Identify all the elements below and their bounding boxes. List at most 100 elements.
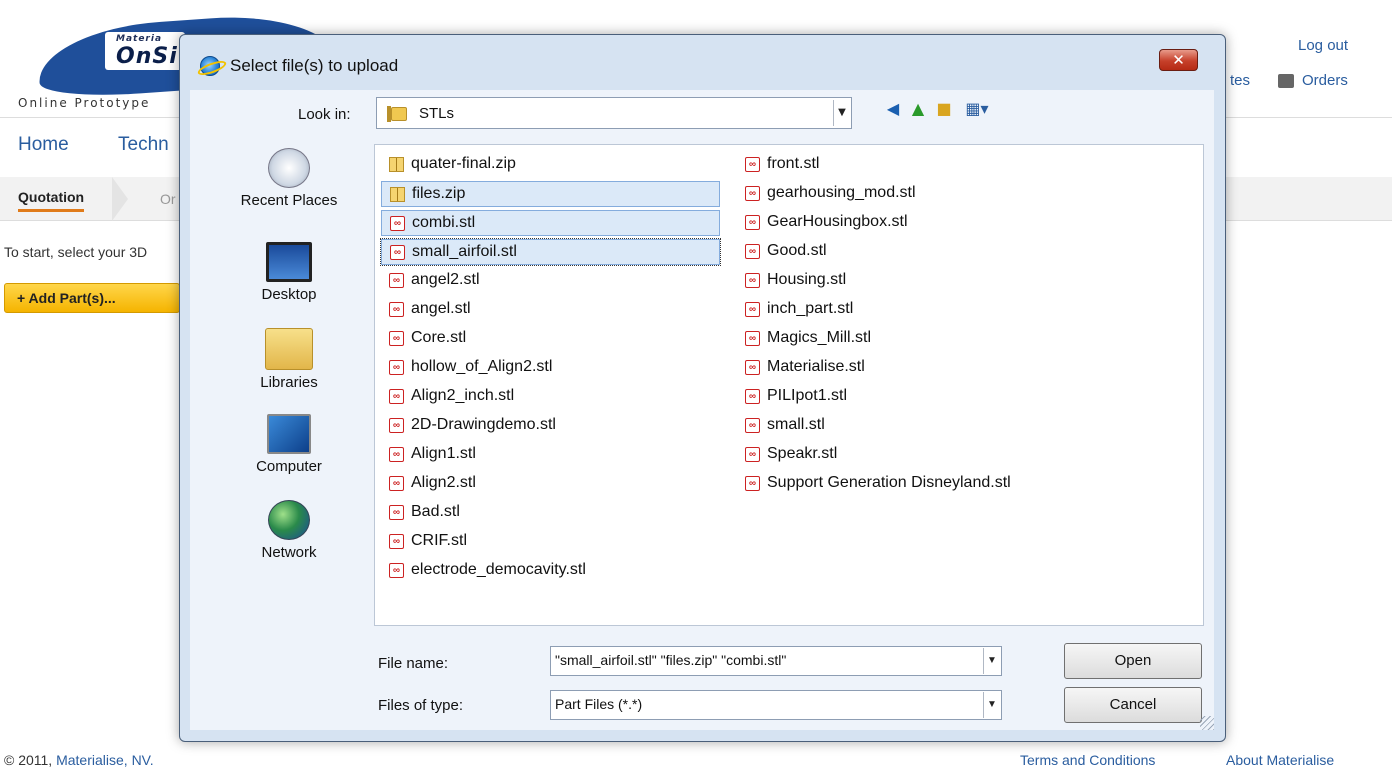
recent-places-icon — [268, 148, 310, 188]
place-network[interactable]: Network — [214, 500, 364, 561]
file-name: Housing.stl — [767, 271, 847, 288]
file-item[interactable]: ∞ Support Generation Disneyland.stl — [737, 471, 1011, 497]
file-item[interactable]: ∞ inch_part.stl — [737, 297, 853, 323]
orders-icon — [1278, 74, 1294, 88]
file-name: Materialise.stl — [767, 358, 865, 375]
open-button[interactable]: Open — [1064, 643, 1202, 679]
file-name-input[interactable]: "small_airfoil.stl" "files.zip" "combi.s… — [550, 646, 1002, 676]
stl-file-icon: ∞ — [745, 302, 760, 317]
chevron-down-icon[interactable]: ▼ — [833, 100, 850, 126]
file-item[interactable]: ∞ angel.stl — [381, 297, 471, 323]
file-item[interactable]: ∞ GearHousingbox.stl — [737, 210, 908, 236]
breadcrumb-quotation[interactable]: Quotation — [18, 189, 85, 212]
stl-file-icon: ∞ — [745, 447, 760, 462]
file-item[interactable]: ∞ electrode_democavity.stl — [381, 558, 586, 584]
look-in-dropdown[interactable]: STLs ▼ — [376, 97, 852, 129]
file-name: Good.stl — [767, 242, 827, 259]
file-name: Magics_Mill.stl — [767, 329, 872, 346]
file-name: front.stl — [767, 155, 820, 172]
file-item[interactable]: quater-final.zip — [381, 152, 516, 178]
zip-file-icon — [390, 187, 405, 202]
file-item[interactable]: ∞ gearhousing_mod.stl — [737, 181, 916, 207]
cancel-button[interactable]: Cancel — [1064, 687, 1202, 723]
file-item[interactable]: ∞ Speakr.stl — [737, 442, 837, 468]
place-desktop[interactable]: Desktop — [214, 242, 364, 303]
file-name: electrode_democavity.stl — [411, 561, 586, 578]
stl-file-icon: ∞ — [745, 331, 760, 346]
stl-file-icon: ∞ — [389, 273, 404, 288]
desktop-icon — [266, 242, 312, 282]
file-item[interactable]: ∞ Core.stl — [381, 326, 466, 352]
stl-file-icon: ∞ — [389, 505, 404, 520]
file-type-select[interactable]: Part Files (*.*) ▼ — [550, 690, 1002, 720]
internet-explorer-icon — [200, 56, 220, 76]
file-item[interactable]: ∞ Magics_Mill.stl — [737, 326, 871, 352]
file-item[interactable]: files.zip — [381, 181, 720, 207]
file-name: combi.stl — [412, 214, 476, 231]
stl-file-icon: ∞ — [389, 331, 404, 346]
file-item[interactable]: ∞ Housing.stl — [737, 268, 846, 294]
file-name: PILIpot1.stl — [767, 387, 848, 404]
file-item[interactable]: ∞ 2D-Drawingdemo.stl — [381, 413, 556, 439]
file-item[interactable]: ∞ hollow_of_Align2.stl — [381, 355, 552, 381]
add-parts-button[interactable]: + Add Part(s)... — [4, 283, 180, 313]
file-name: 2D-Drawingdemo.stl — [411, 416, 556, 433]
breadcrumb-next[interactable]: Or — [160, 191, 176, 207]
file-item[interactable]: ∞ CRIF.stl — [381, 529, 467, 555]
file-item[interactable]: ∞ Bad.stl — [381, 500, 460, 526]
file-name: small_airfoil.stl — [412, 243, 517, 260]
stl-file-icon: ∞ — [745, 418, 760, 433]
resize-grip[interactable] — [1200, 716, 1214, 730]
place-recent[interactable]: Recent Places — [214, 148, 364, 209]
file-type-label: Files of type: — [378, 697, 464, 714]
file-name: Align1.stl — [411, 445, 476, 462]
stl-file-icon: ∞ — [745, 186, 760, 201]
file-item[interactable]: ∞ Align2.stl — [381, 471, 476, 497]
file-item[interactable]: ∞ front.stl — [737, 152, 819, 178]
file-item[interactable]: ∞ Align1.stl — [381, 442, 476, 468]
file-item[interactable]: ∞ PILIpot1.stl — [737, 384, 847, 410]
place-computer[interactable]: Computer — [214, 414, 364, 475]
file-item[interactable]: ∞ Materialise.stl — [737, 355, 865, 381]
file-item[interactable]: ∞ angel2.stl — [381, 268, 480, 294]
stl-file-icon: ∞ — [389, 476, 404, 491]
quotes-link[interactable]: tes — [1230, 72, 1250, 89]
about-link[interactable]: About Materialise — [1226, 752, 1334, 768]
file-item[interactable]: ∞ Good.stl — [737, 239, 827, 265]
file-name: angel2.stl — [411, 271, 480, 288]
chevron-down-icon[interactable]: ▼ — [983, 692, 1000, 718]
file-item[interactable]: ∞ Align2_inch.stl — [381, 384, 514, 410]
close-button[interactable]: ✕ — [1159, 49, 1198, 71]
place-libraries[interactable]: Libraries — [214, 328, 364, 391]
place-label: Computer — [256, 458, 322, 475]
computer-icon — [267, 414, 311, 454]
terms-link[interactable]: Terms and Conditions — [1020, 752, 1155, 768]
file-item[interactable]: ∞ combi.stl — [381, 210, 720, 236]
copyright: © 2011, Materialise, NV. — [4, 752, 154, 768]
chevron-down-icon[interactable]: ▼ — [983, 648, 1000, 674]
file-item[interactable]: ∞ small_airfoil.stl — [380, 238, 721, 266]
file-name: files.zip — [412, 185, 466, 202]
place-label: Libraries — [260, 374, 318, 391]
orders-link[interactable]: Orders — [1302, 72, 1348, 89]
nav-technologies[interactable]: Techn — [118, 134, 169, 156]
stl-file-icon: ∞ — [745, 244, 760, 259]
file-name: quater-final.zip — [411, 155, 516, 172]
file-name: hollow_of_Align2.stl — [411, 358, 553, 375]
place-label: Network — [261, 544, 317, 561]
file-type-value: Part Files (*.*) — [555, 696, 643, 712]
logout-link[interactable]: Log out — [1298, 37, 1348, 54]
back-icon[interactable]: ◀ — [883, 99, 903, 119]
stl-file-icon: ∞ — [390, 216, 405, 231]
up-folder-icon[interactable]: ▲ — [908, 99, 928, 119]
company-link[interactable]: Materialise, NV. — [56, 752, 154, 768]
nav-home[interactable]: Home — [18, 134, 69, 156]
stl-file-icon: ∞ — [745, 157, 760, 172]
stl-file-icon: ∞ — [389, 302, 404, 317]
view-menu-icon[interactable]: ▦▾ — [960, 99, 994, 119]
logo-small-text: Materia — [116, 34, 163, 44]
stl-file-icon: ∞ — [745, 273, 760, 288]
file-item[interactable]: ∞ small.stl — [737, 413, 825, 439]
new-folder-icon[interactable]: ■ — [934, 99, 954, 119]
file-name: Core.stl — [411, 329, 467, 346]
